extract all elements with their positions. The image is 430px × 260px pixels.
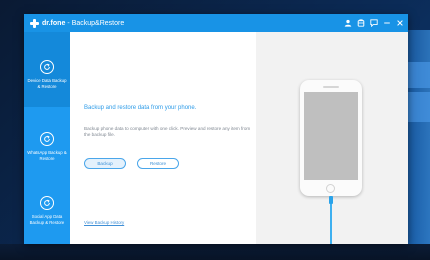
cart-icon[interactable]	[356, 17, 365, 28]
usb-cable-icon	[329, 196, 333, 244]
phone-icon	[300, 80, 362, 196]
drfone-logo-icon	[30, 18, 39, 28]
refresh-icon	[40, 60, 54, 74]
phone-home-button	[326, 184, 335, 193]
usb-connector	[329, 196, 333, 204]
close-icon[interactable]	[395, 17, 404, 28]
usb-cable-line	[330, 204, 332, 244]
backup-button[interactable]: Backup	[84, 158, 126, 169]
title-bar: dr.fone - Backup&Restore	[24, 14, 408, 32]
sidebar-item-whatsapp-backup[interactable]: WhatsApp Backup & Restore	[24, 132, 70, 161]
desktop-logo-pane	[408, 62, 430, 88]
title-bar-controls	[343, 17, 404, 28]
sidebar: Device Data Backup & Restore WhatsApp Ba…	[24, 32, 70, 244]
phone-screen	[304, 92, 358, 180]
title-separator: -	[67, 19, 70, 27]
user-icon[interactable]	[343, 17, 352, 28]
taskbar	[0, 244, 430, 260]
device-panel	[256, 32, 408, 244]
page-description: Backup phone data to computer with one c…	[84, 126, 251, 138]
brand-name: dr.fone	[42, 19, 66, 27]
minimize-icon[interactable]	[382, 17, 391, 28]
main-content: Backup and restore data from your phone.…	[70, 32, 256, 244]
view-backup-history-link[interactable]: View Backup History	[84, 220, 124, 225]
sidebar-item-device-backup[interactable]: Device Data Backup & Restore	[24, 32, 70, 107]
sidebar-item-label: Social App Data Backup & Restore	[29, 214, 65, 225]
app-window: dr.fone - Backup&Restore Device Data Bac…	[24, 14, 408, 244]
sidebar-item-social-app-backup[interactable]: Social App Data Backup & Restore	[24, 196, 70, 225]
sidebar-item-label: WhatsApp Backup & Restore	[27, 150, 67, 161]
desktop-logo-pane	[408, 92, 430, 122]
feedback-icon[interactable]	[369, 17, 378, 28]
window-title: Backup&Restore	[71, 19, 125, 27]
sidebar-item-label: Device Data Backup & Restore	[27, 78, 67, 89]
refresh-icon	[40, 196, 54, 210]
restore-button[interactable]: Restore	[137, 158, 179, 169]
page-heading: Backup and restore data from your phone.	[84, 105, 197, 111]
phone-speaker	[323, 86, 339, 88]
refresh-icon	[40, 132, 54, 146]
